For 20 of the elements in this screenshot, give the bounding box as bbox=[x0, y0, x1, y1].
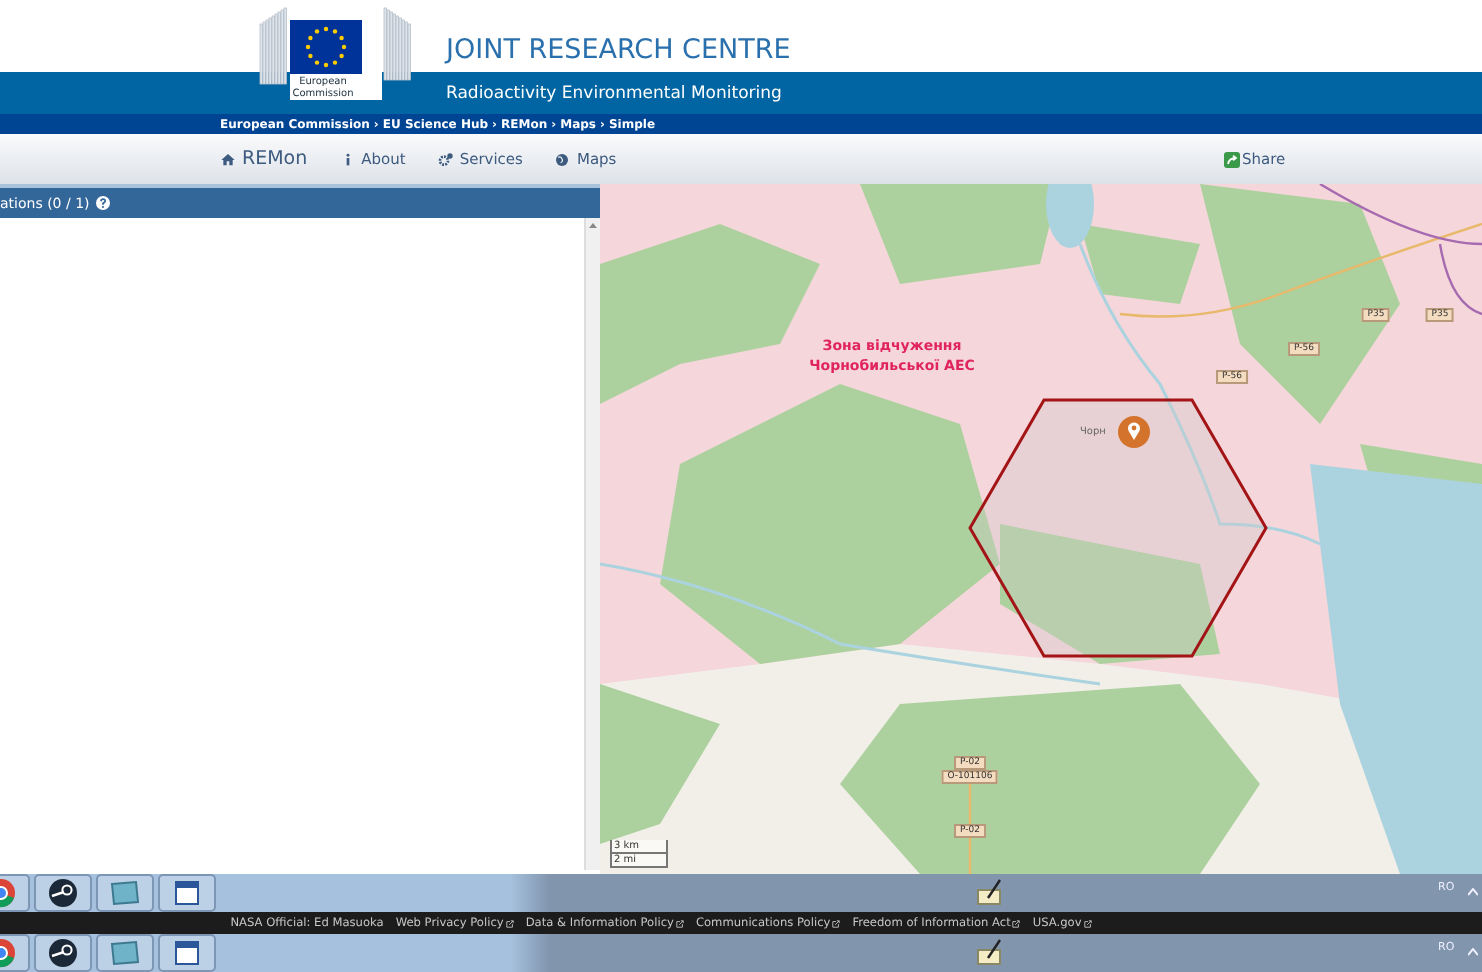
home-icon bbox=[220, 151, 236, 167]
pen-note-icon[interactable] bbox=[976, 938, 1004, 966]
external-link-icon bbox=[675, 919, 684, 927]
nav-link[interactable]: REMon bbox=[220, 148, 308, 170]
external-link-icon bbox=[1012, 919, 1021, 927]
site-title: JOINT RESEARCH CENTRE bbox=[446, 34, 791, 66]
site-subtitle: Radioactivity Environmental Monitoring bbox=[446, 83, 782, 103]
caret-icon[interactable] bbox=[1468, 948, 1478, 956]
document-app-icon[interactable] bbox=[158, 874, 216, 912]
external-link-icon bbox=[505, 919, 514, 927]
help-icon[interactable] bbox=[95, 196, 110, 210]
document-app-icon[interactable] bbox=[158, 934, 216, 972]
external-link-icon bbox=[1083, 919, 1092, 927]
zone-hexagon[interactable] bbox=[968, 398, 1270, 658]
share-icon bbox=[1224, 151, 1240, 167]
caret-icon[interactable] bbox=[1468, 888, 1478, 896]
external-link-icon bbox=[832, 919, 841, 927]
pen-note-icon[interactable] bbox=[976, 878, 1004, 906]
scrollbar[interactable] bbox=[584, 218, 600, 870]
location-marker-icon[interactable] bbox=[1118, 416, 1150, 448]
